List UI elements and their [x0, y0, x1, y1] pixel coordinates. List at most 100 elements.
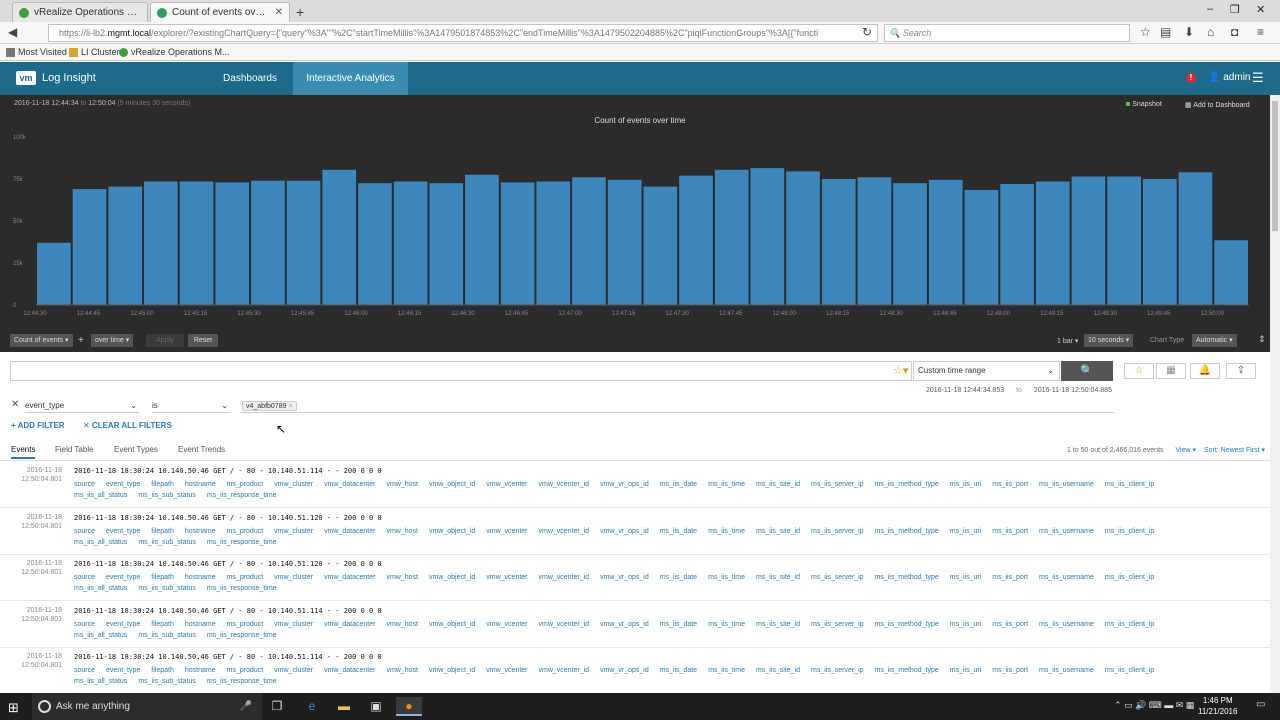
favorite-star-icon[interactable]: ☆▾ [893, 364, 908, 377]
home-icon[interactable]: ⌂ [1207, 25, 1214, 39]
event-row[interactable]: 2016-11-18 12:50:04.801 2016-11-18 18:30:2… [0, 602, 1270, 648]
chart-bar[interactable] [643, 186, 678, 305]
field-link[interactable]: vmw_vcenter_id [539, 665, 590, 676]
chart-bar[interactable] [714, 169, 749, 305]
field-link[interactable]: vmw_vr_ops_id [600, 665, 649, 676]
chart-bar[interactable] [786, 171, 820, 305]
field-link[interactable]: vmw_datacenter [324, 665, 375, 676]
field-link[interactable]: vmw_vcenter_id [539, 479, 590, 490]
chart-bar[interactable] [429, 183, 464, 305]
field-link[interactable]: vmw_object_id [429, 479, 475, 490]
field-link[interactable]: vmw_host [386, 619, 418, 630]
apply-button[interactable]: Apply [146, 334, 184, 347]
field-link[interactable]: ms_iis_method_type [875, 665, 939, 676]
chart-bar[interactable] [322, 169, 357, 305]
field-link[interactable]: ms_iis_time [708, 479, 745, 490]
remove-tag-icon[interactable]: × [288, 403, 292, 410]
field-link[interactable]: ms_iis_time [708, 572, 745, 583]
chart-bar[interactable] [465, 174, 499, 305]
field-link[interactable]: ms_iis_site_id [756, 619, 800, 630]
field-link[interactable]: ms_iis_response_time [207, 583, 277, 594]
maximize-button[interactable]: ❐ [1230, 3, 1240, 16]
field-link[interactable]: ms_iis_port [992, 526, 1028, 537]
field-link[interactable]: ms_iis_uri [950, 572, 982, 583]
field-link[interactable]: vmw_datacenter [324, 479, 375, 490]
chart-bar[interactable] [1035, 181, 1070, 306]
bookmark-vrops[interactable]: vRealize Operations M... [119, 47, 230, 57]
field-link[interactable]: source [74, 572, 95, 583]
event-text[interactable]: 2016-11-18 18:30:24 10.140.50.46 GET / -… [74, 607, 382, 615]
field-link[interactable]: vmw_cluster [274, 619, 313, 630]
clear-all-filters-link[interactable]: ✕ CLEAR ALL FILTERS [83, 421, 172, 430]
field-link[interactable]: ms_iis_port [992, 479, 1028, 490]
field-link[interactable]: vmw_vcenter [486, 619, 527, 630]
field-link[interactable]: filepath [151, 526, 174, 537]
field-link[interactable]: ms_iis_method_type [875, 572, 939, 583]
chart-bar[interactable] [251, 180, 285, 305]
tab-event-types[interactable]: Event Types [114, 445, 158, 454]
chart-bar[interactable] [607, 179, 642, 305]
store-icon[interactable]: ▣ [363, 697, 389, 716]
field-link[interactable]: ms_iis_uri [950, 479, 982, 490]
bookmark-li-cluster[interactable]: LI Cluster [69, 47, 120, 57]
field-link[interactable]: ms_iis_sub_status [138, 490, 196, 501]
chart-bar[interactable] [393, 181, 428, 306]
tab-events[interactable]: Events [11, 445, 36, 459]
field-link[interactable]: vmw_vr_ops_id [600, 572, 649, 583]
field-link[interactable]: vmw_cluster [274, 665, 313, 676]
field-link[interactable]: hostname [185, 572, 216, 583]
field-link[interactable]: ms_iis_sub_status [138, 630, 196, 641]
count-of-events-dropdown[interactable]: Count of events ▾ [10, 334, 73, 347]
field-link[interactable]: event_type [106, 526, 140, 537]
field-link[interactable]: ms_iis_client_ip [1105, 665, 1154, 676]
chart-bar[interactable] [821, 179, 856, 305]
page-scrollbar[interactable] [1270, 95, 1280, 693]
collapse-chart-icon[interactable]: ⇕ [1258, 334, 1266, 345]
field-link[interactable]: ms_iis_site_id [756, 479, 800, 490]
field-link[interactable]: filepath [151, 479, 174, 490]
field-link[interactable]: ms_iis_site_id [756, 526, 800, 537]
interval-dropdown[interactable]: 10 seconds ▾ [1084, 334, 1134, 347]
field-link[interactable]: ms_iis_site_id [756, 665, 800, 676]
field-link[interactable]: ms_product [227, 572, 264, 583]
field-link[interactable]: source [74, 479, 95, 490]
field-link[interactable]: ms_iis_all_status [74, 490, 127, 501]
reset-button[interactable]: Reset [188, 334, 218, 347]
chart-bar[interactable] [750, 168, 785, 305]
field-link[interactable]: vmw_datacenter [324, 526, 375, 537]
field-link[interactable]: ms_iis_server_ip [811, 572, 864, 583]
field-link[interactable]: source [74, 526, 95, 537]
field-link[interactable]: vmw_host [386, 526, 418, 537]
field-link[interactable]: vmw_host [386, 665, 418, 676]
bookmark-star-icon[interactable]: ☆ [1140, 25, 1151, 39]
chart-bar[interactable] [37, 242, 71, 305]
field-link[interactable]: event_type [106, 479, 140, 490]
field-link[interactable]: vmw_cluster [274, 572, 313, 583]
time-range-select[interactable]: Custom time range ⌄ [913, 361, 1060, 381]
field-link[interactable]: ms_iis_sub_status [138, 583, 196, 594]
over-time-dropdown[interactable]: over time ▾ [91, 334, 134, 347]
firefox-icon[interactable]: ● [396, 697, 422, 716]
tab-event-trends[interactable]: Event Trends [178, 445, 225, 454]
field-link[interactable]: ms_iis_sub_status [138, 676, 196, 687]
chart-bar[interactable] [72, 189, 107, 305]
field-link[interactable]: event_type [106, 572, 140, 583]
field-link[interactable]: ms_iis_client_ip [1105, 619, 1154, 630]
field-link[interactable]: vmw_vcenter_id [539, 572, 590, 583]
url-bar[interactable]: https://li-lb2.mgmt.local/explorer/?exis… [48, 24, 878, 42]
field-link[interactable]: vmw_cluster [274, 479, 313, 490]
minimize-button[interactable]: – [1207, 3, 1213, 15]
field-link[interactable]: ms_iis_server_ip [811, 619, 864, 630]
field-link[interactable]: ms_iis_username [1039, 572, 1094, 583]
chart-bar[interactable] [572, 177, 606, 305]
field-link[interactable]: vmw_object_id [429, 665, 475, 676]
sort-dropdown[interactable]: Sort: Newest First ▾ [1204, 447, 1265, 454]
field-link[interactable]: ms_iis_client_ip [1105, 572, 1154, 583]
filter-field-select[interactable]: event_type ⌄ [25, 401, 139, 413]
event-text[interactable]: 2016-11-18 18:30:24 10.140.50.46 GET / -… [74, 467, 382, 475]
add-filter-link[interactable]: + ADD FILTER [11, 421, 65, 430]
chart-bar[interactable] [286, 180, 321, 305]
field-link[interactable]: ms_iis_sub_status [138, 537, 196, 548]
field-link[interactable]: ms_iis_time [708, 526, 745, 537]
field-link[interactable]: vmw_cluster [274, 526, 313, 537]
